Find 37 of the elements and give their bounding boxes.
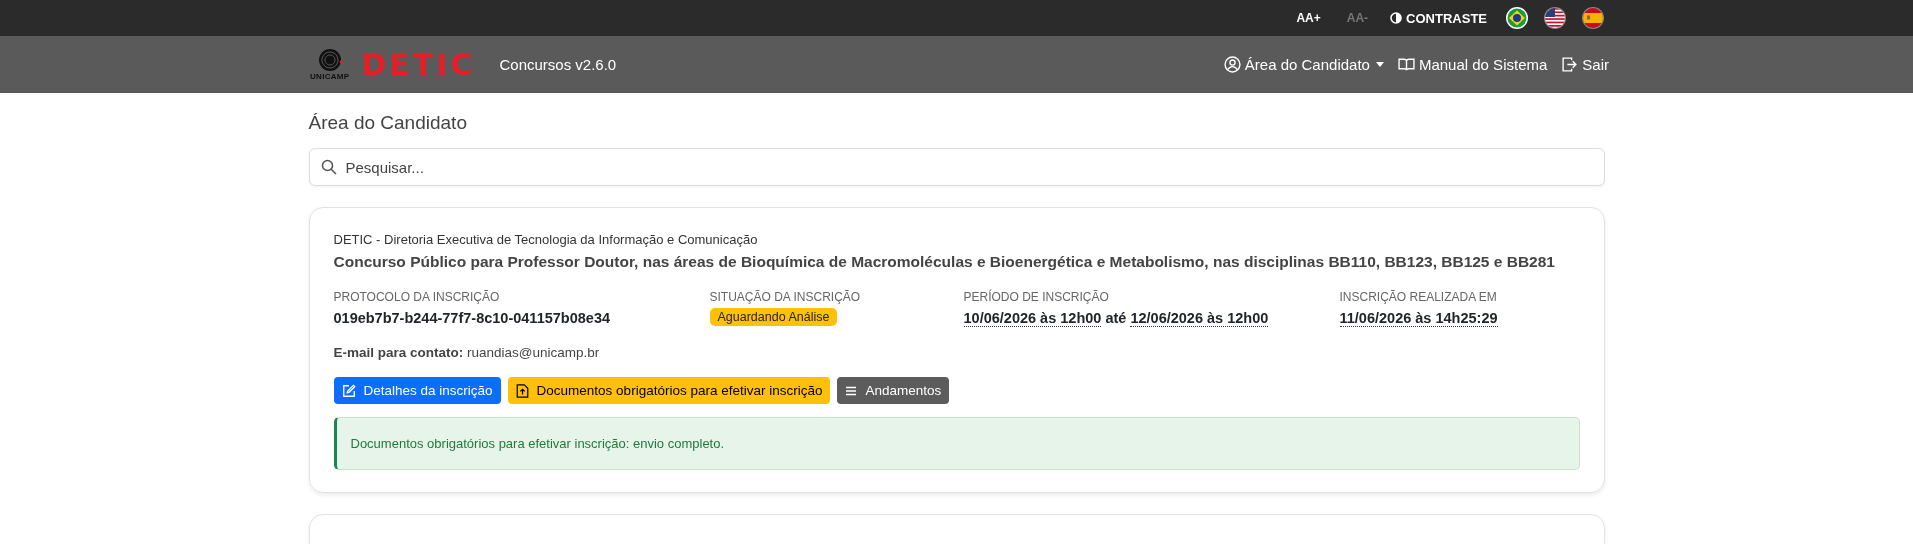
spain-flag-icon[interactable] (1581, 6, 1605, 30)
period-connector: até (1105, 310, 1127, 326)
registration-date: 11/06/2026 às 14h25:29 (1339, 310, 1498, 327)
user-icon (1223, 56, 1241, 73)
start-date: 10/06/2026 às 12h00 (963, 310, 1102, 327)
usa-flag-icon[interactable] (1543, 6, 1567, 30)
nav-link[interactable]: Manual do Sistema (1397, 56, 1548, 73)
edit-icon (341, 383, 356, 398)
logout-icon (1561, 56, 1579, 73)
end-date: 12/06/2026 às 12h00 (1130, 310, 1269, 327)
search-field[interactable]: Pesquisar... (308, 148, 1605, 186)
field-label: INSCRIÇÃO REALIZADA EM (1339, 290, 1498, 304)
action-button[interactable]: Detalhes da inscrição (333, 377, 501, 404)
organization-name: DETIC - Diretoria Executiva de Tecnologia da Informação e Comunicação (333, 232, 759, 247)
contact-email: E-mail para contato: ruandias@unicamp.br (333, 345, 601, 360)
contest-title: Concurso Público para Professor Doutor, nas áreas de Bioquímica de Macromoléculas e Bioenergética e Metabolismo, nas disciplinas BB110, BB123, BB125 e BB281 (333, 253, 1556, 271)
field-label: PERÍODO DE INSCRIÇÃO (963, 290, 1110, 304)
success-alert: Documentos obrigatórios para efetivar inscrição: envio completo. (333, 417, 1580, 470)
status-badge: Aguardando Análise (709, 308, 838, 326)
contrast-button[interactable]: CONTRASTE (1390, 10, 1487, 26)
logo-text: DETIC (361, 47, 476, 82)
field-label: PROTOCOLO DA INSCRIÇÃO (333, 290, 501, 304)
nav-link[interactable]: Sair (1561, 56, 1609, 73)
app-name: Concursos v2.6.0 (499, 56, 617, 73)
action-button[interactable]: Andamentos (837, 377, 950, 404)
emblem-caption: UNICAMP (310, 72, 350, 81)
list-icon (845, 384, 858, 397)
protocol-value: 019eb7b7-b244-77f7-8c10-041157b08e34 (333, 310, 610, 326)
field-label: SITUAÇÃO DA INSCRIÇÃO (709, 290, 862, 304)
file-upload-icon (515, 383, 529, 398)
contrast-icon (1390, 12, 1403, 24)
brazil-flag-icon[interactable] (1505, 6, 1529, 30)
nav-link[interactable]: Área do Candidato (1223, 56, 1384, 73)
page-title: Área do Candidato (308, 112, 468, 134)
font-size-button[interactable]: AA+ (1292, 11, 1325, 25)
book-icon (1397, 56, 1415, 73)
action-button[interactable]: Documentos obrigatórios para efetivar inscrição (507, 377, 831, 404)
